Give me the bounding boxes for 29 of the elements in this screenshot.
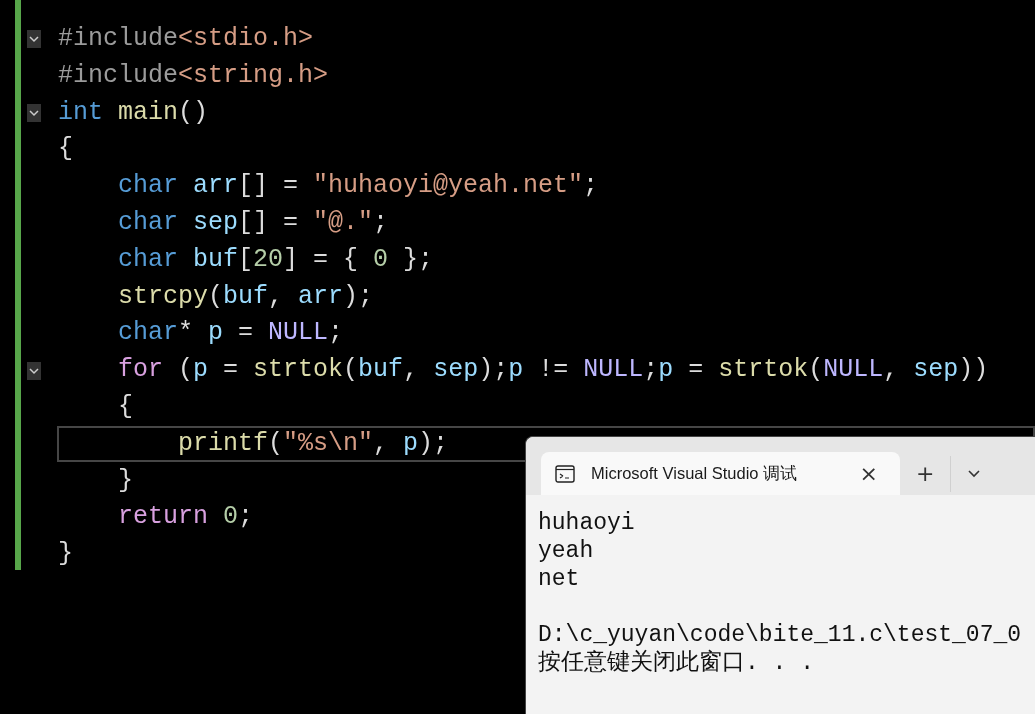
tab-title: Microsoft Visual Studio 调试 [591, 463, 799, 485]
code-line: char sep[] = "@."; [117, 207, 389, 239]
output-line: D:\c_yuyan\code\bite_11.c\test_07_0 [538, 621, 1022, 649]
code-line: char* p = NULL; [117, 317, 344, 350]
code-line: char buf[20] = { 0 }; [117, 243, 434, 276]
caret-icon [967, 469, 982, 478]
new-tab-button[interactable]: + [908, 458, 943, 489]
code-line: { [58, 133, 73, 166]
code-line: int main() [58, 96, 209, 129]
code-line: } [117, 464, 133, 497]
code-line: } [58, 538, 73, 571]
output-line: net [538, 565, 580, 593]
close-button[interactable]: × [851, 458, 886, 489]
code-line: for (p = strtok(buf, sep);p != NULL;p = strtok(NULL, sep)) [117, 354, 989, 387]
code-line: return 0; [117, 501, 254, 534]
code-line: { [117, 390, 133, 423]
collapse-icon[interactable] [27, 30, 41, 49]
code-line: #include<stdio.h> [58, 23, 314, 55]
output-line: 按任意键关闭此窗口. . . [538, 649, 814, 677]
collapse-icon[interactable] [27, 361, 41, 380]
output-line: huhaoyi [538, 509, 635, 537]
output-line: yeah [538, 537, 594, 565]
terminal-icon [555, 464, 575, 483]
collapse-icon[interactable] [27, 104, 41, 122]
console-tab[interactable]: Microsoft Visual Studio 调试 × [541, 452, 900, 495]
code-line: strcpy(buf, arr); [117, 280, 374, 313]
code-line: char arr[] = "huhaoyi@yeah.net"; [117, 170, 599, 203]
code-line: #include<string.h> [58, 59, 329, 92]
code-line: printf("%s\n", p); [177, 427, 449, 460]
